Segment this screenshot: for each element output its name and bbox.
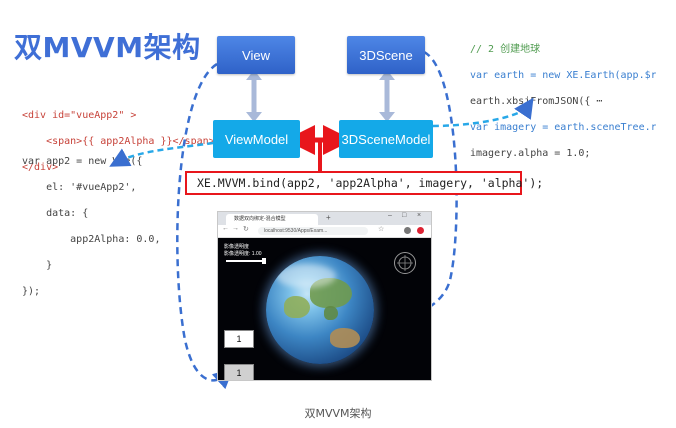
vue-to-viewmodel-dashed bbox=[109, 141, 214, 167]
browser-tab[interactable]: 数据双向绑定-混合模型 bbox=[226, 214, 318, 225]
3dscenemodel-box: 3DSceneModel bbox=[339, 120, 433, 158]
earth-globe[interactable] bbox=[266, 256, 374, 364]
viewmodel-box: ViewModel bbox=[213, 120, 300, 158]
bind-double-arrow bbox=[285, 125, 353, 171]
avatar[interactable] bbox=[404, 227, 411, 234]
view-viewmodel-arrow bbox=[246, 70, 262, 122]
maximize-icon[interactable]: □ bbox=[402, 212, 406, 219]
close-icon[interactable]: × bbox=[417, 212, 421, 219]
forward-icon[interactable]: → bbox=[232, 225, 239, 232]
alpha-slider[interactable] bbox=[226, 258, 266, 264]
new-tab-icon[interactable]: + bbox=[326, 213, 331, 222]
url-field[interactable]: localhost:9530/Apps/Exam... bbox=[258, 227, 368, 235]
slider-knob[interactable] bbox=[262, 258, 266, 264]
scene-scenemodel-arrow bbox=[379, 70, 395, 122]
browser-tabbar: 数据双向绑定-混合模型 + – □ × bbox=[218, 212, 431, 225]
alpha-value-box: 1 bbox=[224, 330, 254, 348]
reload-icon[interactable]: ↻ bbox=[243, 225, 249, 233]
scenemodel-to-earth-dashed bbox=[432, 97, 534, 128]
minimize-icon[interactable]: – bbox=[388, 212, 392, 219]
land-australia bbox=[330, 328, 360, 348]
panel-label: 影像透明度 bbox=[224, 244, 250, 250]
cloud-layer bbox=[276, 264, 336, 288]
compass-icon-graphic bbox=[397, 255, 413, 271]
mvvm-bind-code: XE.MVVM.bind(app2, 'app2Alpha', imagery,… bbox=[185, 171, 543, 195]
view-box: View bbox=[217, 36, 295, 74]
browser-window: 数据双向绑定-混合模型 + – □ × ← → ↻ localhost:9530… bbox=[217, 211, 432, 381]
alpha-panel: 影像透明度 影像透明度: 1.00 bbox=[224, 244, 262, 258]
back-icon[interactable]: ← bbox=[222, 225, 229, 232]
star-icon[interactable]: ☆ bbox=[378, 225, 384, 233]
3dscene-box: 3DScene bbox=[347, 36, 425, 74]
figure-caption: 双MVVM架构 bbox=[304, 407, 372, 420]
land-islands bbox=[324, 306, 338, 320]
cesium-viewport[interactable]: 影像透明度 影像透明度: 1.00 1 1 bbox=[218, 238, 431, 380]
alpha-input-box[interactable]: 1 bbox=[224, 364, 254, 380]
panel-value-label: 影像透明度: 1.00 bbox=[224, 251, 262, 257]
compass-icon[interactable] bbox=[394, 252, 416, 274]
browser-address-bar: ← → ↻ localhost:9530/Apps/Exam... ☆ bbox=[218, 225, 431, 238]
extension-icon[interactable] bbox=[417, 227, 424, 234]
land-india bbox=[284, 296, 310, 318]
